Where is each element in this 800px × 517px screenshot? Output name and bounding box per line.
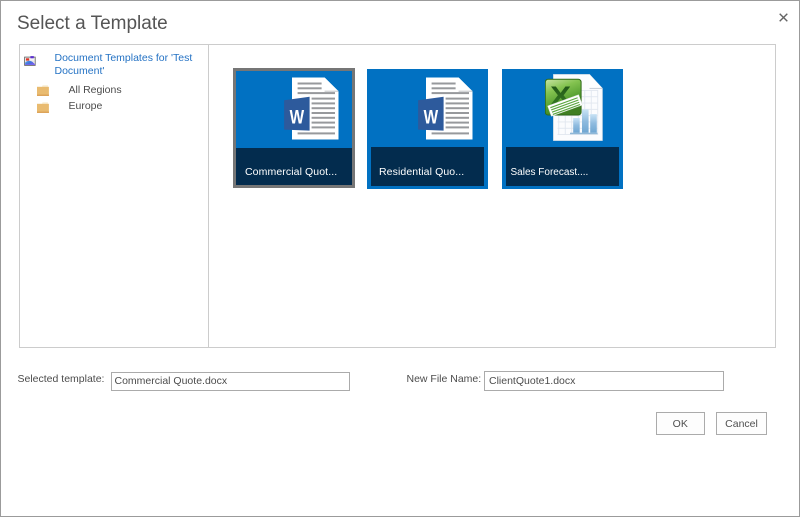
svg-text:W: W	[424, 106, 439, 128]
svg-text:W: W	[290, 106, 305, 128]
